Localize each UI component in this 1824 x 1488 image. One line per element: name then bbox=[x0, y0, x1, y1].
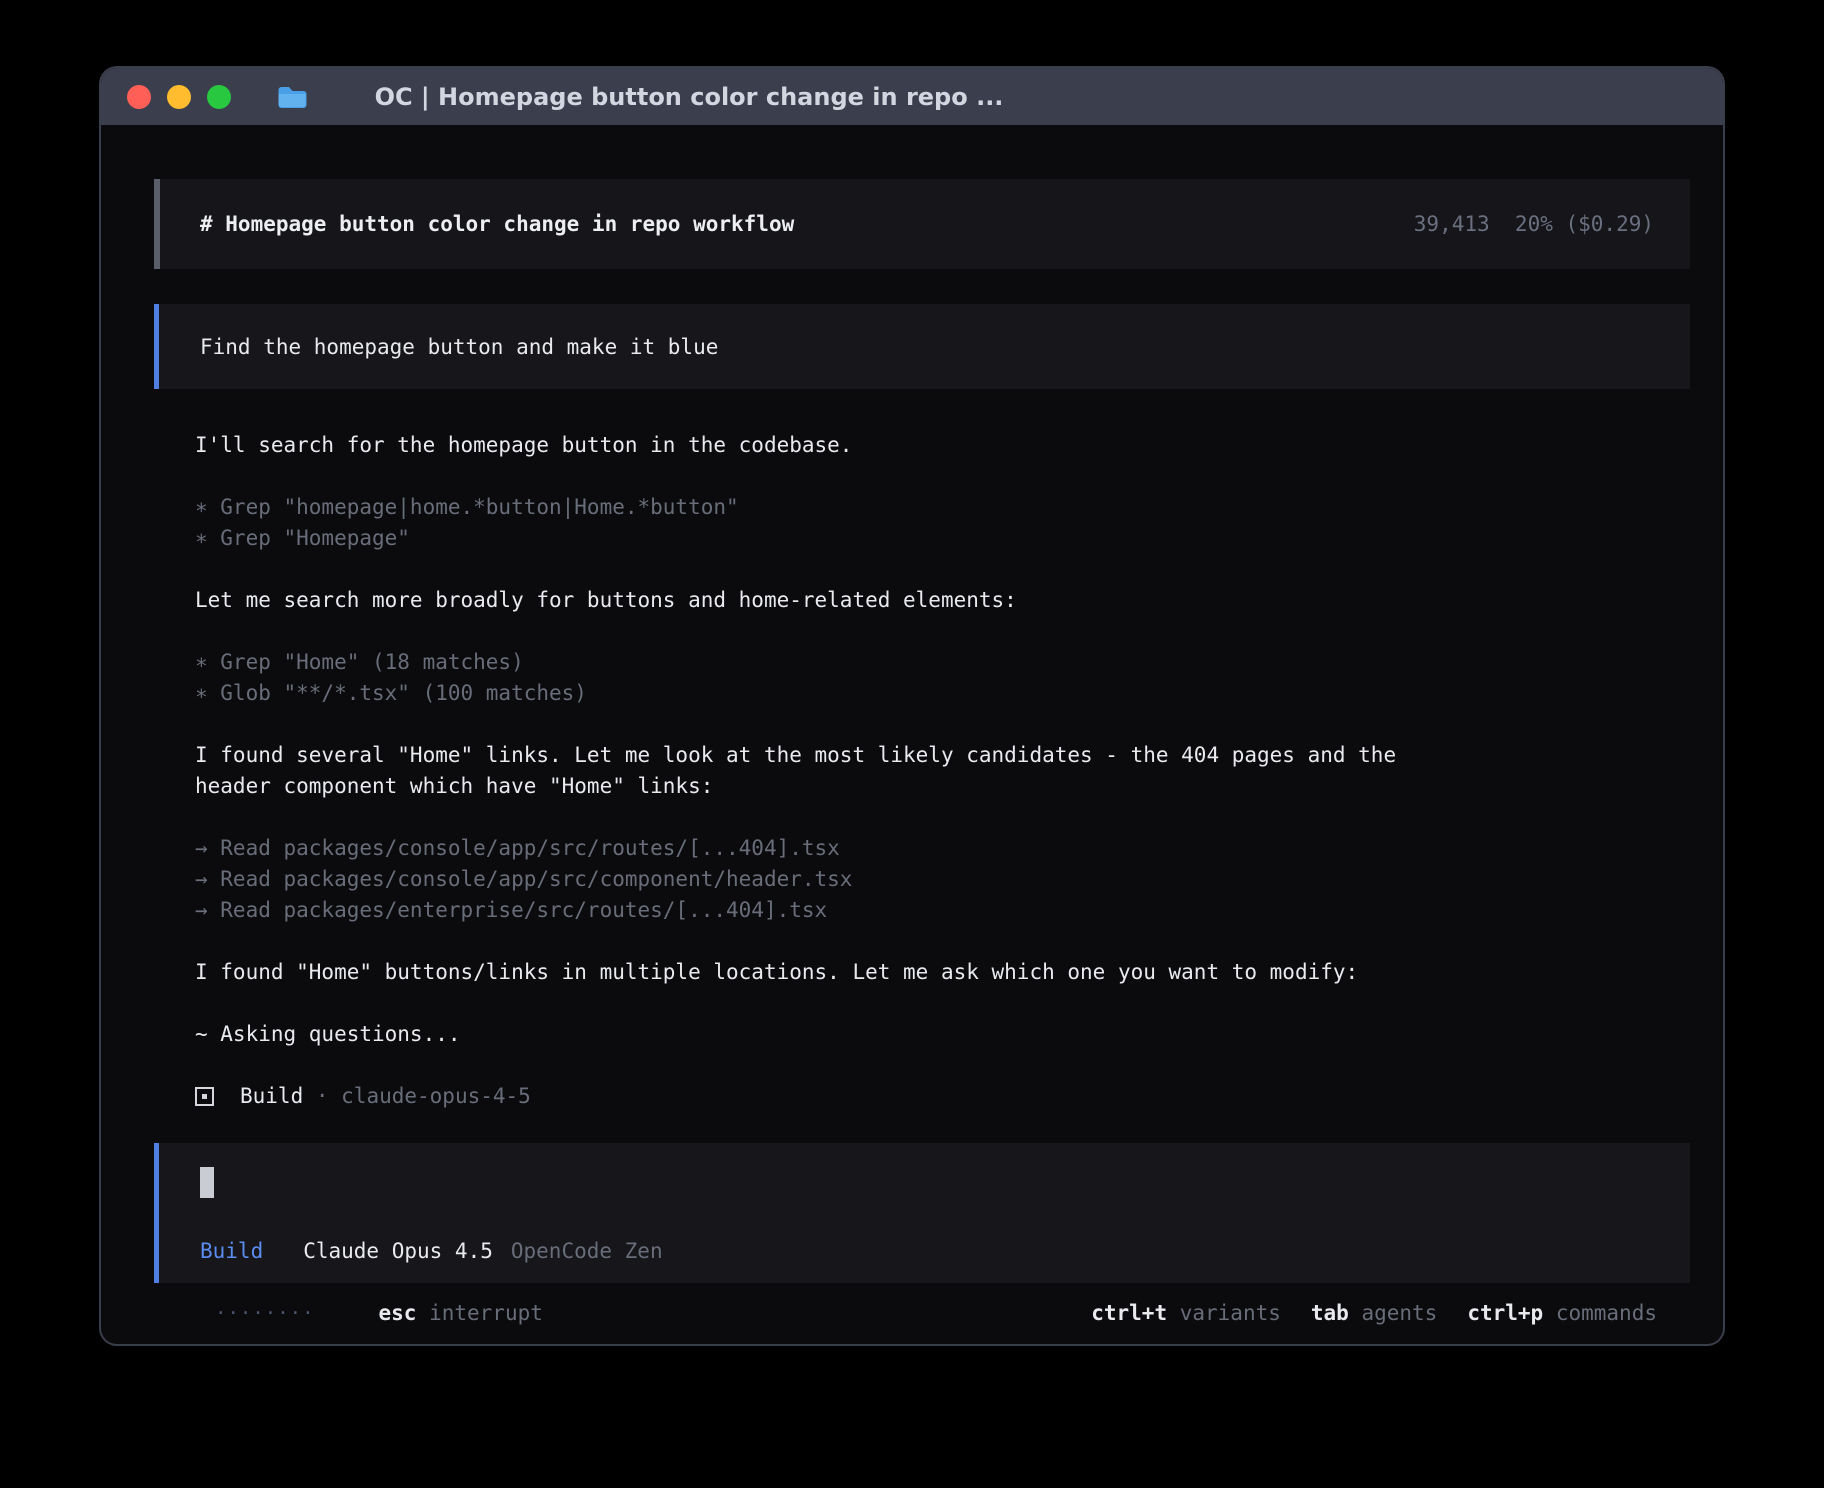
status-asking: ~ Asking questions... bbox=[195, 1019, 1421, 1050]
hint-interrupt: esc interrupt bbox=[379, 1301, 543, 1325]
input-meta: Build Claude Opus 4.5 OpenCode Zen bbox=[200, 1239, 1654, 1263]
label-interrupt: interrupt bbox=[416, 1301, 542, 1325]
window-title: OC | Homepage button color change in rep… bbox=[375, 83, 1004, 111]
model-indicator: Claude Opus 4.5 bbox=[303, 1239, 493, 1263]
tool-call-grep: ∗ Grep "Home" (18 matches) bbox=[195, 647, 1421, 678]
status-bar-right: ctrl+t variants tab agents ctrl+p comman… bbox=[1091, 1301, 1657, 1325]
label-commands: commands bbox=[1543, 1301, 1657, 1325]
key-tab: tab bbox=[1311, 1301, 1349, 1325]
agent-model: claude-opus-4-5 bbox=[341, 1081, 531, 1112]
user-message-text: Find the homepage button and make it blu… bbox=[200, 335, 718, 359]
tool-call-grep: ∗ Grep "Homepage" bbox=[195, 523, 1421, 554]
key-ctrl-t: ctrl+t bbox=[1091, 1301, 1167, 1325]
traffic-lights bbox=[127, 85, 231, 109]
zoom-button[interactable] bbox=[207, 85, 231, 109]
tool-call-glob: ∗ Glob "**/*.tsx" (100 matches) bbox=[195, 678, 1421, 709]
terminal-window: OC | Homepage button color change in rep… bbox=[99, 66, 1725, 1346]
agent-separator: · bbox=[303, 1081, 341, 1112]
minimize-button[interactable] bbox=[167, 85, 191, 109]
assistant-message: Let me search more broadly for buttons a… bbox=[195, 585, 1421, 616]
folder-icon bbox=[277, 66, 361, 165]
spinner-dots: ········ bbox=[215, 1302, 315, 1324]
tool-call-grep: ∗ Grep "homepage|home.*button|Home.*butt… bbox=[195, 492, 1421, 523]
hint-variants: ctrl+t variants bbox=[1091, 1301, 1281, 1325]
terminal-content: # Homepage button color change in repo w… bbox=[101, 125, 1723, 1343]
label-variants: variants bbox=[1167, 1301, 1281, 1325]
build-agent-icon bbox=[195, 1087, 214, 1106]
tool-call-read: → Read packages/console/app/src/routes/[… bbox=[195, 833, 1421, 864]
key-esc: esc bbox=[379, 1301, 417, 1325]
status-bar-left: ········ esc interrupt bbox=[215, 1301, 543, 1325]
window-titlebar[interactable]: OC | Homepage button color change in rep… bbox=[101, 68, 1723, 125]
key-ctrl-p: ctrl+p bbox=[1467, 1301, 1543, 1325]
user-message: Find the homepage button and make it blu… bbox=[154, 304, 1690, 389]
provider-indicator: OpenCode Zen bbox=[511, 1239, 663, 1263]
conversation: I'll search for the homepage button in t… bbox=[154, 430, 1690, 1112]
session-header: # Homepage button color change in repo w… bbox=[154, 179, 1690, 269]
assistant-message: I found several "Home" links. Let me loo… bbox=[195, 740, 1421, 802]
tool-call-read: → Read packages/enterprise/src/routes/[.… bbox=[195, 895, 1421, 926]
desktop-background: OC | Homepage button color change in rep… bbox=[0, 0, 1824, 1488]
hint-commands: ctrl+p commands bbox=[1467, 1301, 1657, 1325]
tool-call-read: → Read packages/console/app/src/componen… bbox=[195, 864, 1421, 895]
close-button[interactable] bbox=[127, 85, 151, 109]
mode-indicator: Build bbox=[200, 1239, 263, 1263]
label-agents: agents bbox=[1349, 1301, 1438, 1325]
agent-status-line: Build · claude-opus-4-5 bbox=[195, 1081, 1690, 1112]
text-cursor bbox=[200, 1167, 214, 1198]
assistant-message: I'll search for the homepage button in t… bbox=[195, 430, 1421, 461]
window-title-group: OC | Homepage button color change in rep… bbox=[277, 66, 1003, 165]
status-bar: ········ esc interrupt ctrl+t variants t… bbox=[154, 1283, 1690, 1343]
session-stats: 39,413 20% ($0.29) bbox=[1414, 212, 1654, 236]
hint-agents: tab agents bbox=[1311, 1301, 1437, 1325]
prompt-input[interactable]: Build Claude Opus 4.5 OpenCode Zen bbox=[154, 1143, 1690, 1283]
agent-name: Build bbox=[240, 1081, 303, 1112]
assistant-message: I found "Home" buttons/links in multiple… bbox=[195, 957, 1421, 988]
session-title: # Homepage button color change in repo w… bbox=[200, 212, 794, 236]
